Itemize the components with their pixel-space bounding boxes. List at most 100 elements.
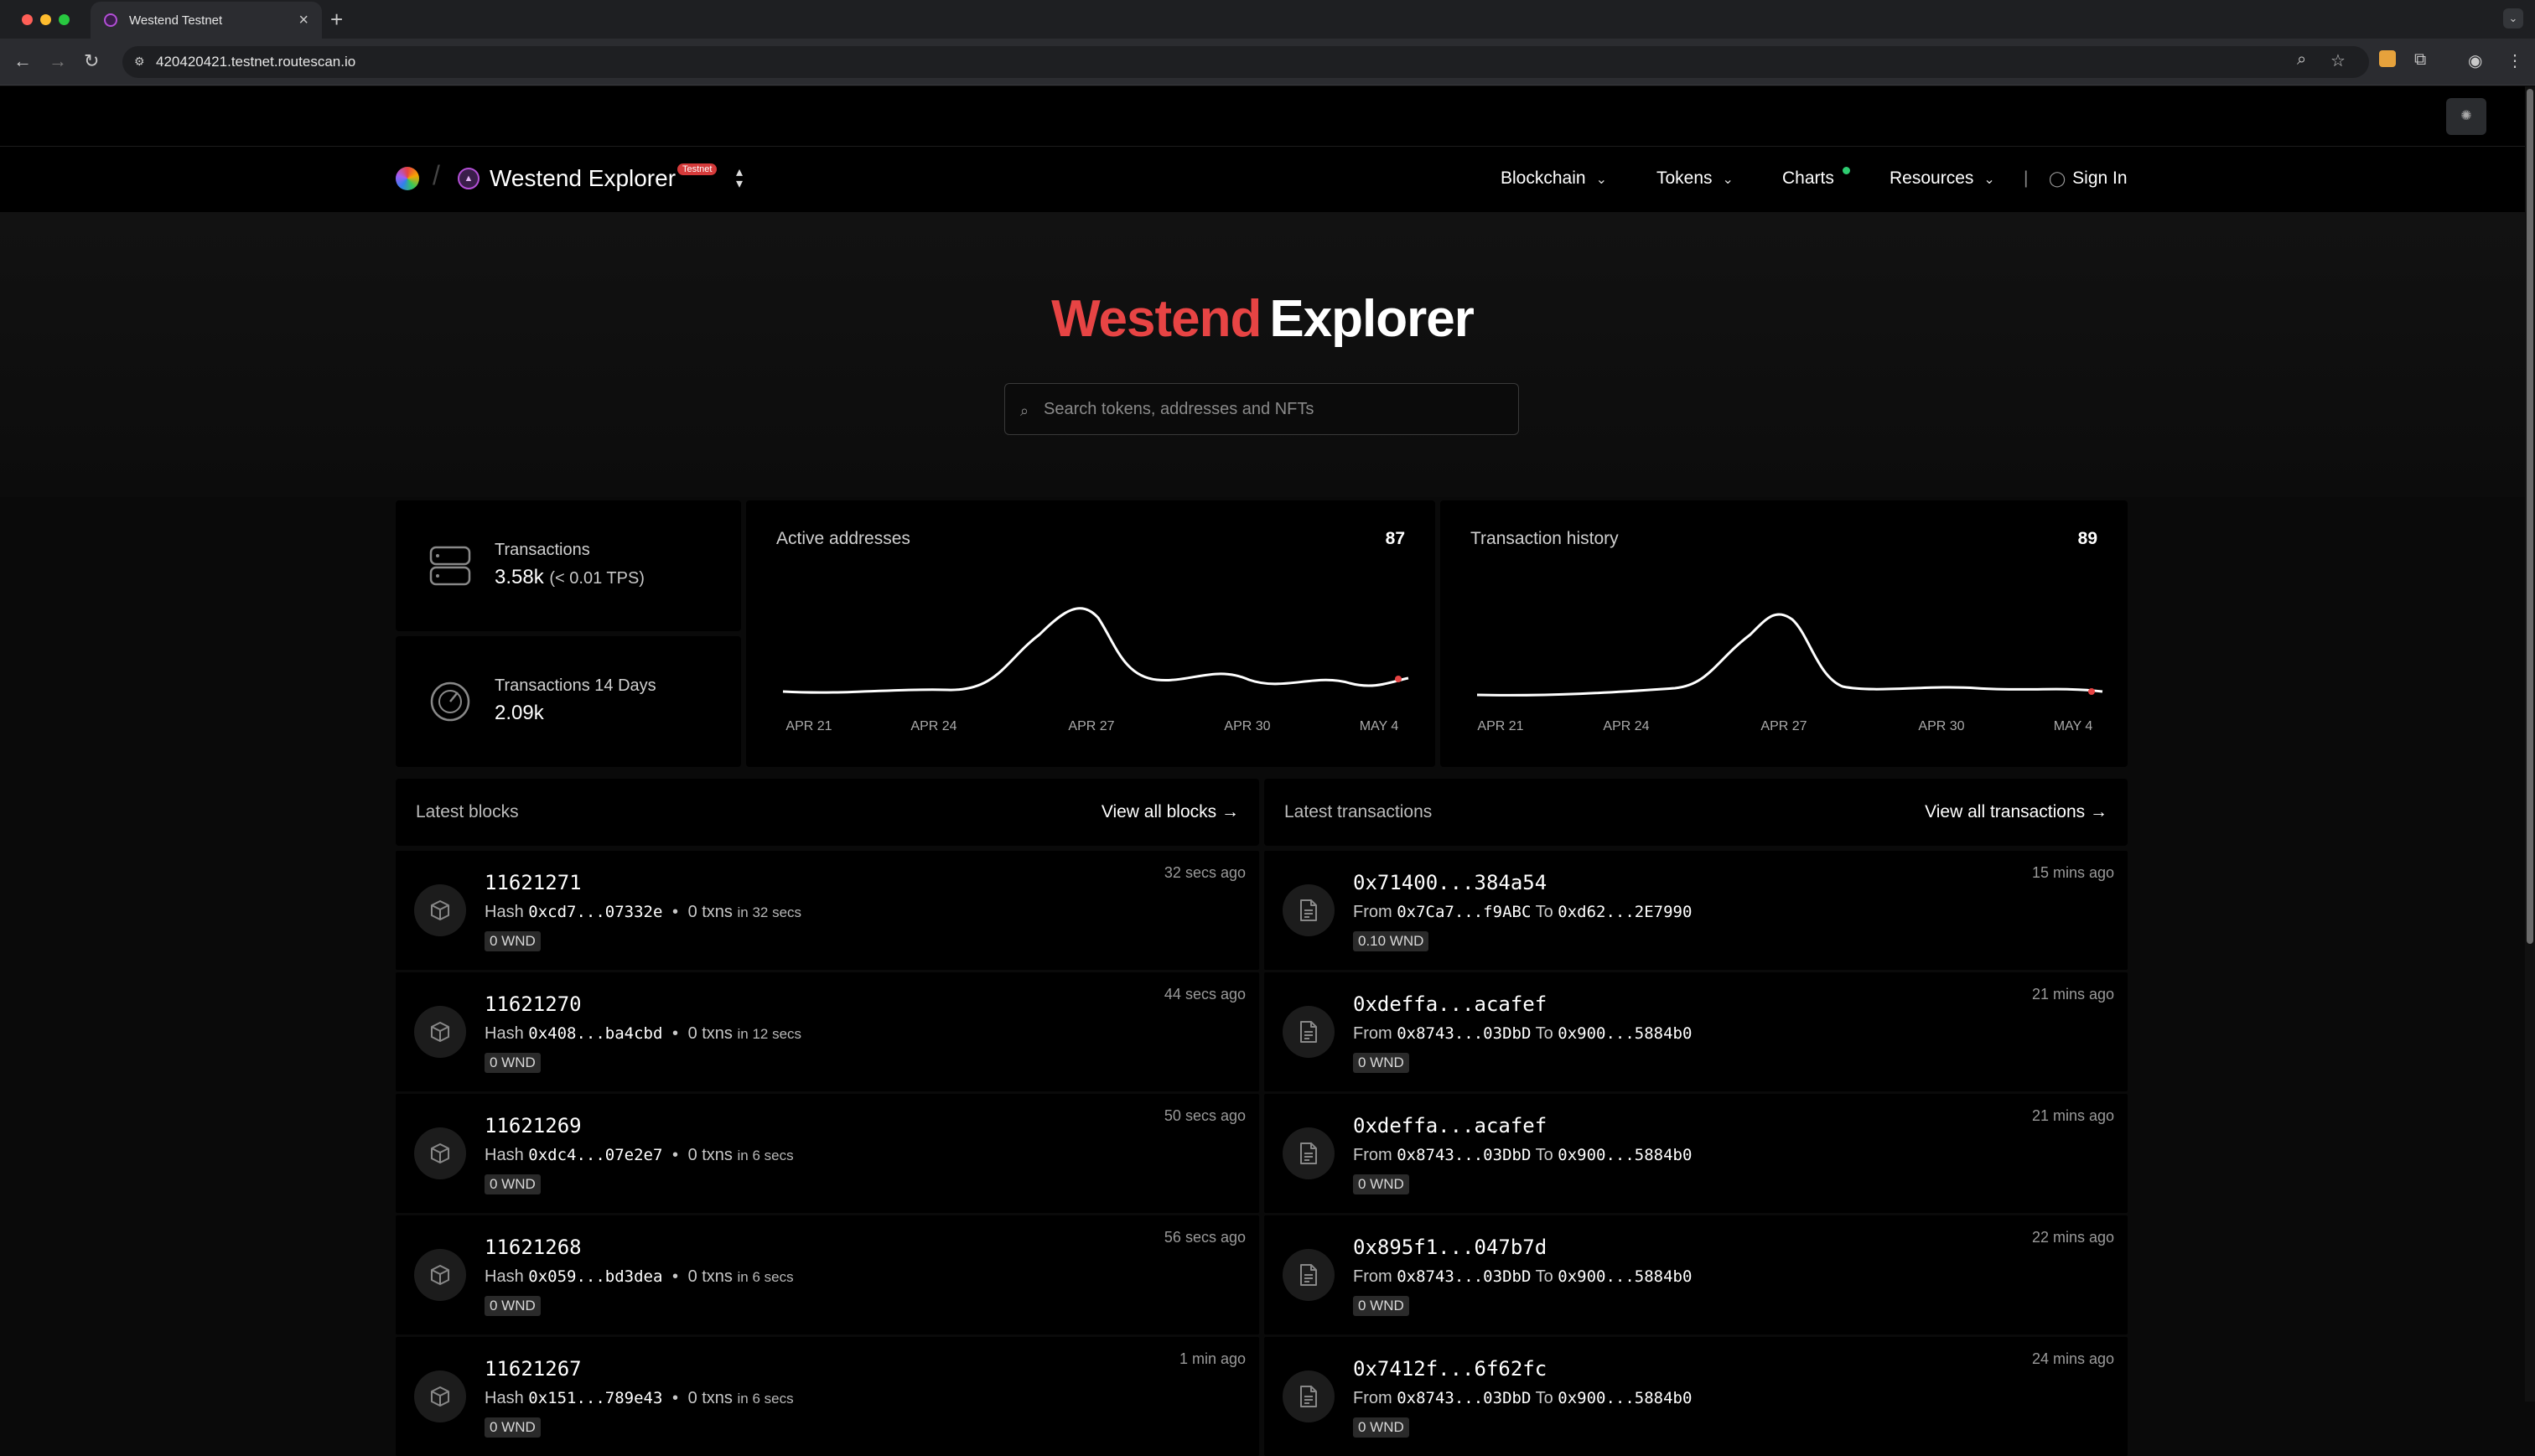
x-tick: APR 27 <box>1068 719 1114 733</box>
hash-label: Hash <box>485 1024 524 1043</box>
block-number[interactable]: 11621269 <box>485 1114 582 1137</box>
from-label: From <box>1353 1146 1392 1164</box>
extensions-puzzle-icon[interactable]: ⧉ <box>2414 50 2426 70</box>
block-hash[interactable]: 0x408...ba4cbd <box>528 1024 662 1043</box>
block-number[interactable]: 11621270 <box>485 992 582 1016</box>
close-window-button[interactable] <box>22 14 33 25</box>
latest-transactions-title: Latest transactions <box>1284 802 1433 821</box>
block-age: 1 min ago <box>1179 1350 1246 1367</box>
transaction-row[interactable]: 0x71400...384a54 From 0x7Ca7...f9ABC To … <box>1264 851 2128 970</box>
hash-label: Hash <box>485 1267 524 1286</box>
transaction-hash[interactable]: 0x7412f...6f62fc <box>1353 1357 1547 1381</box>
browser-tab[interactable]: Westend Testnet × <box>91 2 322 39</box>
to-address[interactable]: 0x900...5884b0 <box>1558 1146 1692 1164</box>
to-address[interactable]: 0xd62...2E7990 <box>1558 903 1692 921</box>
transaction-row[interactable]: 0xdeffa...acafef From 0x8743...03DbD To … <box>1264 1094 2128 1213</box>
bullet-separator: • <box>671 903 678 921</box>
bullet-separator: • <box>671 1146 678 1164</box>
view-all-blocks-link[interactable]: View all blocks → <box>1102 802 1239 822</box>
block-hash-line: Hash 0x408...ba4cbd • 0 txns in 12 secs <box>485 1024 801 1044</box>
nav-charts[interactable]: Charts <box>1782 168 1834 189</box>
nav-resources[interactable]: Resources ⌄ <box>1890 168 1995 189</box>
block-hash[interactable]: 0xcd7...07332e <box>528 903 662 921</box>
zoom-icon[interactable]: ⌕ <box>2297 50 2306 70</box>
from-label: From <box>1353 903 1392 921</box>
block-row[interactable]: 11621270 Hash 0x408...ba4cbd • 0 txns in… <box>396 972 1259 1091</box>
westend-logo-icon[interactable]: ▲ <box>458 168 480 189</box>
profile-icon[interactable]: ◉ <box>2468 50 2482 71</box>
block-hash[interactable]: 0x151...789e43 <box>528 1389 662 1407</box>
from-address[interactable]: 0x8743...03DbD <box>1397 1024 1531 1043</box>
transaction-history-card[interactable]: Transaction history 89 APR 21 APR 24 APR… <box>1440 500 2128 767</box>
sign-in-button[interactable]: ◯ Sign In <box>2049 168 2128 189</box>
block-row[interactable]: 11621269 Hash 0xdc4...07e2e7 • 0 txns in… <box>396 1094 1259 1213</box>
from-address[interactable]: 0x8743...03DbD <box>1397 1146 1531 1164</box>
reload-icon[interactable]: ↻ <box>84 50 99 72</box>
site-info-icon[interactable]: ⚙ <box>134 54 149 70</box>
back-arrow-icon[interactable]: ← <box>13 50 32 72</box>
view-all-transactions-link[interactable]: View all transactions → <box>1925 802 2107 822</box>
document-icon <box>1283 1006 1335 1058</box>
block-row[interactable]: 11621267 Hash 0x151...789e43 • 0 txns in… <box>396 1337 1259 1456</box>
tab-close-icon[interactable]: × <box>298 11 308 30</box>
chevron-down-icon: ⌄ <box>1595 173 1607 187</box>
chart-endpoint-marker <box>1395 676 1402 682</box>
block-row[interactable]: 11621268 Hash 0x059...bd3dea • 0 txns in… <box>396 1215 1259 1334</box>
breadcrumb-divider: / <box>433 160 440 190</box>
tab-search-chevron-icon[interactable]: ⌄ <box>2503 8 2523 28</box>
nav-blockchain-label: Blockchain <box>1501 168 1586 188</box>
bookmark-star-icon[interactable]: ☆ <box>2330 50 2346 71</box>
transactions-14-days-card[interactable]: Transactions 14 Days 2.09k <box>396 636 741 767</box>
block-number[interactable]: 11621267 <box>485 1357 582 1381</box>
block-row[interactable]: 11621271 Hash 0xcd7...07332e • 0 txns in… <box>396 851 1259 970</box>
to-label: To <box>1535 1389 1553 1407</box>
url-omnibox[interactable]: ⚙ 420420421.testnet.routescan.io <box>122 46 2369 78</box>
forward-arrow-icon[interactable]: → <box>49 50 67 72</box>
from-address[interactable]: 0x8743...03DbD <box>1397 1267 1531 1286</box>
routescan-logo-icon[interactable] <box>396 167 419 190</box>
transactions-card[interactable]: Transactions 3.58k (< 0.01 TPS) <box>396 500 741 631</box>
block-hash[interactable]: 0xdc4...07e2e7 <box>528 1146 662 1164</box>
block-hash[interactable]: 0x059...bd3dea <box>528 1267 662 1286</box>
tx14-label: Transactions 14 Days <box>495 676 656 695</box>
x-tick: APR 27 <box>1760 719 1807 733</box>
extension-icon[interactable] <box>2379 50 2396 67</box>
theme-toggle-button[interactable]: ✺ <box>2446 98 2486 135</box>
url-text[interactable]: 420420421.testnet.routescan.io <box>156 54 355 70</box>
browser-tab-bar: Westend Testnet × + ⌄ <box>0 0 2535 39</box>
search-input[interactable] <box>1044 399 1496 419</box>
transaction-hash[interactable]: 0xdeffa...acafef <box>1353 992 1547 1016</box>
brand-title[interactable]: Westend Explorer <box>490 165 676 192</box>
browser-menu-icon[interactable]: ⋮ <box>2506 50 2523 71</box>
transaction-age: 21 mins ago <box>2031 986 2114 1003</box>
transaction-row[interactable]: 0x895f1...047b7d From 0x8743...03DbD To … <box>1264 1215 2128 1334</box>
nav-blockchain[interactable]: Blockchain ⌄ <box>1501 168 1607 189</box>
latest-transactions-header: Latest transactions View all transaction… <box>1264 779 2128 846</box>
transactions-label: Transactions <box>495 541 590 559</box>
from-address[interactable]: 0x7Ca7...f9ABC <box>1397 903 1531 921</box>
bullet-separator: • <box>671 1024 678 1043</box>
transaction-row[interactable]: 0x7412f...6f62fc From 0x8743...03DbD To … <box>1264 1337 2128 1456</box>
minimize-window-button[interactable] <box>40 14 51 25</box>
from-address[interactable]: 0x8743...03DbD <box>1397 1389 1531 1407</box>
testnet-badge: Testnet <box>677 163 718 175</box>
transaction-hash[interactable]: 0x895f1...047b7d <box>1353 1236 1547 1259</box>
block-number[interactable]: 11621271 <box>485 871 582 894</box>
maximize-window-button[interactable] <box>59 14 70 25</box>
transaction-hash[interactable]: 0xdeffa...acafef <box>1353 1114 1547 1137</box>
page-scrollbar-thumb[interactable] <box>2527 89 2533 944</box>
transaction-row[interactable]: 0xdeffa...acafef From 0x8743...03DbD To … <box>1264 972 2128 1091</box>
to-address[interactable]: 0x900...5884b0 <box>1558 1389 1692 1407</box>
to-address[interactable]: 0x900...5884b0 <box>1558 1267 1692 1286</box>
new-tab-button[interactable]: + <box>330 7 343 33</box>
transaction-age: 15 mins ago <box>2031 864 2114 881</box>
network-switcher-icon[interactable]: ▴ ▾ <box>736 166 743 191</box>
block-duration: in 6 secs <box>737 1391 794 1407</box>
to-address[interactable]: 0x900...5884b0 <box>1558 1024 1692 1043</box>
cube-icon <box>414 1371 466 1422</box>
active-addresses-card[interactable]: Active addresses 87 APR 21 APR 24 APR 27… <box>746 500 1435 767</box>
nav-tokens[interactable]: Tokens ⌄ <box>1656 168 1734 189</box>
transaction-hash[interactable]: 0x71400...384a54 <box>1353 871 1547 894</box>
search-box[interactable]: ⌕ <box>1004 383 1519 435</box>
block-number[interactable]: 11621268 <box>485 1236 582 1259</box>
